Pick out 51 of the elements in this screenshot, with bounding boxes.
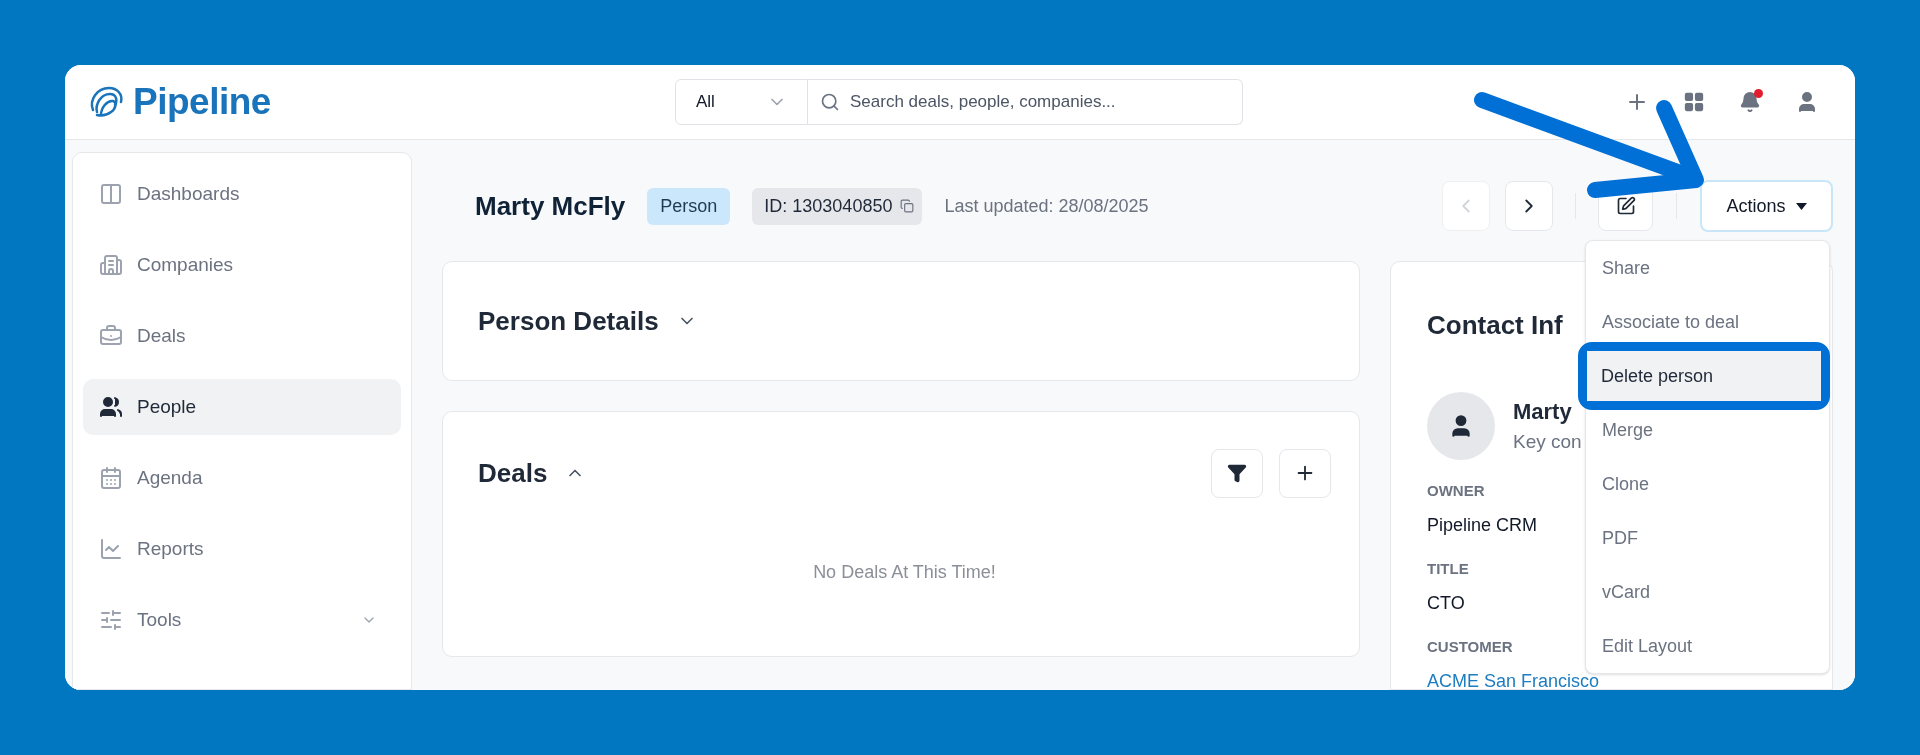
grid-icon[interactable] — [1683, 91, 1705, 113]
field-value: CTO — [1427, 595, 1465, 611]
filter-button[interactable] — [1211, 448, 1263, 498]
field-value: Pipeline CRM — [1427, 517, 1538, 533]
menu-item[interactable]: Edit Layout — [1586, 631, 1829, 661]
sidebar-item[interactable]: Agenda — [83, 450, 401, 506]
building-icon — [99, 253, 123, 277]
contact-role: Key con — [1513, 430, 1582, 455]
menu-item[interactable]: Clone — [1586, 469, 1829, 499]
empty-message: No Deals At This Time! — [813, 561, 996, 584]
last-updated: Last updated: 28/08/2025 — [944, 194, 1149, 218]
section-title: Contact Inf — [1427, 309, 1563, 342]
chart-icon — [99, 537, 123, 561]
scope-select[interactable]: All — [675, 79, 808, 125]
type-badge: Person — [647, 187, 731, 225]
sidebar-item[interactable]: Deals — [83, 308, 401, 364]
sidebar-item[interactable]: Dashboards — [83, 166, 401, 222]
sidebar-item[interactable]: Reports — [83, 521, 401, 577]
contact-name: Marty — [1513, 398, 1573, 427]
field-label: OWNER — [1427, 481, 1485, 501]
copy-icon[interactable] — [900, 199, 915, 213]
record-id: ID: 1303040850 — [752, 187, 923, 225]
actions-button[interactable]: Actions — [1700, 180, 1833, 232]
menu-item[interactable]: Delete person — [1587, 351, 1821, 401]
search-icon — [820, 92, 840, 112]
filter-icon — [1227, 463, 1247, 483]
people-icon — [99, 395, 123, 419]
caret-down-icon — [1795, 202, 1807, 210]
sidebar-item[interactable]: Companies — [83, 237, 401, 293]
menu-item[interactable]: vCard — [1586, 577, 1829, 607]
notifications-icon[interactable] — [1739, 91, 1761, 113]
customer-link[interactable]: ACME San Francisco — [1427, 673, 1600, 689]
menu-item[interactable]: Associate to deal — [1586, 307, 1829, 337]
edit-icon — [1615, 196, 1636, 216]
section-title: Deals — [478, 456, 548, 490]
record-name: Marty McFly — [475, 189, 626, 223]
field-label: TITLE — [1427, 559, 1469, 579]
search-input[interactable]: Search deals, people, companies... — [850, 89, 1230, 115]
sliders-icon — [99, 608, 123, 632]
sidebar-item[interactable]: People — [83, 379, 401, 435]
dashboard-icon — [99, 182, 123, 206]
field-label: CUSTOMER — [1427, 637, 1513, 657]
search-field[interactable]: Search deals, people, companies... — [808, 79, 1243, 125]
sidebar-item[interactable]: Tools — [83, 592, 401, 648]
menu-item[interactable]: Merge — [1586, 415, 1829, 445]
app-logo: Pipeline — [133, 80, 271, 125]
section-title: Person Details — [478, 304, 659, 338]
menu-item[interactable]: Share — [1586, 253, 1829, 283]
briefcase-icon — [99, 324, 123, 348]
calendar-icon — [99, 466, 123, 490]
menu-item[interactable]: PDF — [1586, 523, 1829, 553]
